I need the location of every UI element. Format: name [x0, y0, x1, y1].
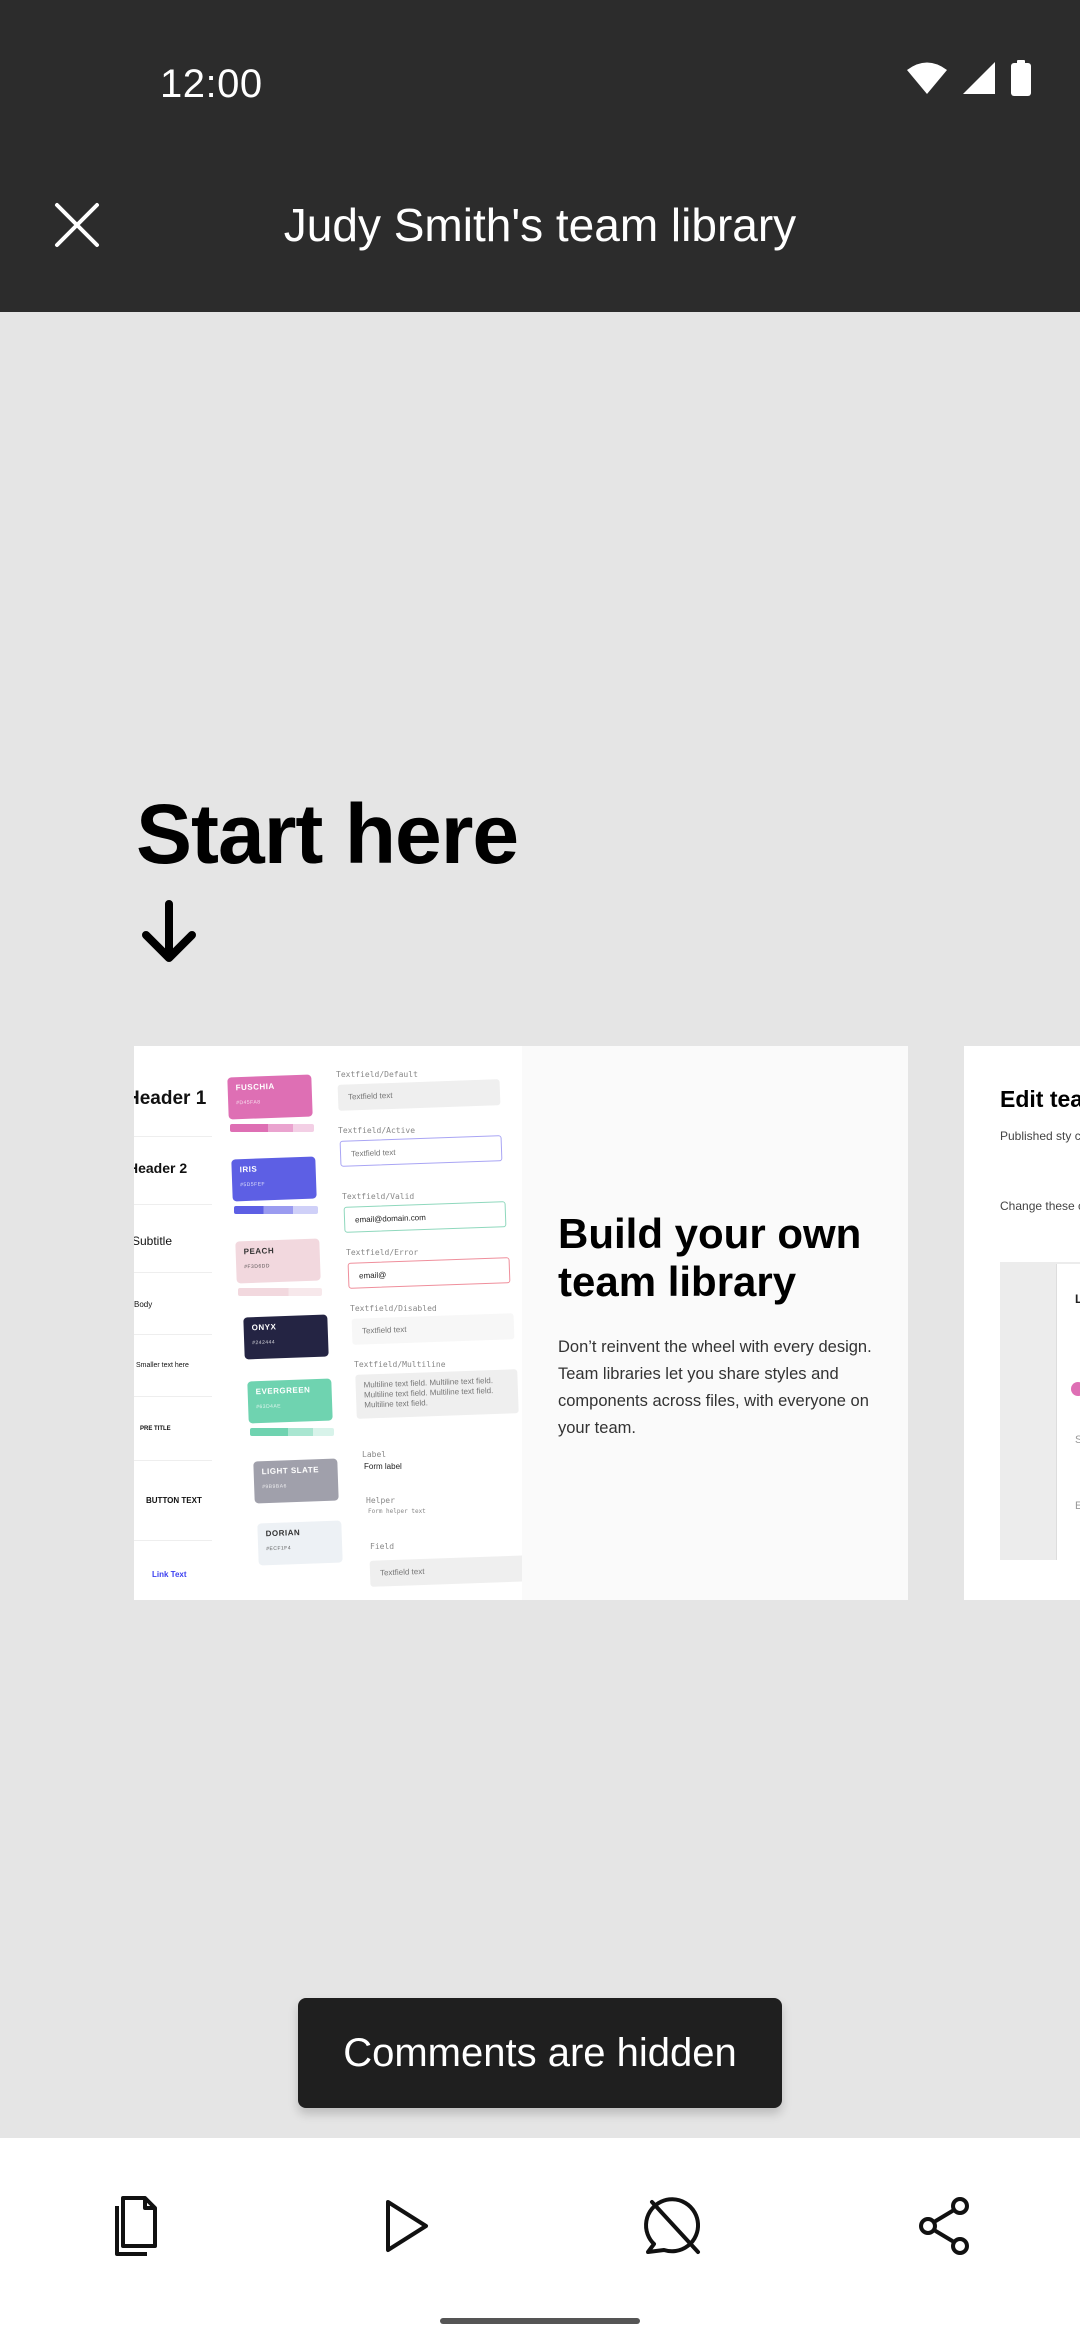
- swatch-light-slate: LIGHT SLATE #9B9BA6: [253, 1458, 339, 1504]
- textfield-error: email@: [347, 1257, 511, 1289]
- type-style-subtitle: Subtitle: [134, 1234, 173, 1248]
- form-helper-caption: Helper: [366, 1496, 395, 1505]
- build-library-heading: Build your own team library: [558, 1210, 862, 1305]
- type-style-body: Body: [134, 1300, 153, 1309]
- form-label-value: Form label: [364, 1462, 402, 1471]
- edit-library-paragraph: Published sty can be used b these styles…: [1000, 1129, 1080, 1143]
- swatch-dorian: DORIAN #ECF1F4: [257, 1520, 343, 1566]
- textfield-label: Textfield/Multiline: [354, 1360, 446, 1369]
- start-here-heading: Start here: [136, 787, 519, 881]
- swatch-bar: [234, 1206, 318, 1214]
- textfield-disabled: Textfield text: [351, 1313, 515, 1345]
- type-style-pre-title: PRE TITLE: [140, 1426, 171, 1432]
- screen: 12:00 Judy Smith's team library Start he…: [0, 0, 1080, 2340]
- divider: [134, 1460, 212, 1461]
- form-field: Textfield text: [369, 1555, 522, 1587]
- pages-button[interactable]: [100, 2190, 172, 2262]
- swatch-bar: [230, 1124, 314, 1132]
- wifi-icon: [907, 62, 947, 94]
- divider: [134, 1136, 212, 1137]
- textfield-multiline: Multiline text field. Multiline text fie…: [355, 1369, 519, 1419]
- frame-edit-team-library[interactable]: Edit tea Published sty can be used b the…: [964, 1046, 1080, 1600]
- form-helper-value: Form helper text: [368, 1508, 426, 1515]
- type-style-smaller: Smaller text here: [136, 1362, 189, 1369]
- home-indicator[interactable]: [440, 2318, 640, 2324]
- edit-library-panel: L S E: [1056, 1264, 1080, 1560]
- swatch-bar: [250, 1428, 334, 1436]
- form-label-caption: Label: [362, 1450, 387, 1459]
- frame-build-library[interactable]: Header 1 Header 2 Subtitle Body Smaller …: [134, 1046, 908, 1600]
- status-icons: [906, 60, 1032, 96]
- panel-letter: E: [1075, 1500, 1080, 1512]
- swatch-bar: [238, 1288, 322, 1296]
- toggle-comments-button[interactable]: [638, 2190, 710, 2262]
- type-style-header-1: Header 1: [134, 1088, 207, 1109]
- play-icon: [386, 2200, 428, 2252]
- type-style-button-text: BUTTON TEXT: [146, 1496, 202, 1505]
- bottom-toolbar: [0, 2138, 1080, 2340]
- edit-library-heading: Edit tea: [1000, 1086, 1080, 1112]
- file-canvas[interactable]: Start here Header 1 Header 2 Subtitle Bo…: [0, 312, 1080, 2138]
- divider: [134, 1272, 212, 1273]
- form-field-caption: Field: [370, 1542, 395, 1551]
- textfield-label: Textfield/Error: [346, 1248, 419, 1257]
- status-time: 12:00: [160, 62, 263, 106]
- top-bar: 12:00 Judy Smith's team library: [0, 0, 1080, 312]
- divider: [134, 1540, 212, 1541]
- swatch-iris: IRIS #5D5FEF: [231, 1156, 317, 1202]
- divider: [134, 1334, 212, 1335]
- arrow-down-icon: [142, 900, 196, 962]
- panel-letter: S: [1075, 1434, 1080, 1446]
- comments-hidden-icon: [644, 2197, 700, 2254]
- divider: [134, 1396, 212, 1397]
- divider: [134, 1204, 212, 1205]
- swatch-fuschia: FUSCHIA #D45FA8: [227, 1074, 313, 1120]
- swatch-peach: PEACH #F3D6DD: [235, 1238, 321, 1284]
- edit-library-preview: L S E: [1000, 1262, 1080, 1560]
- textfield-label: Textfield/Active: [338, 1126, 416, 1135]
- build-library-body: Don’t reinvent the wheel with every desi…: [558, 1338, 872, 1437]
- swatch-onyx: ONYX #242444: [243, 1314, 329, 1360]
- panel-letter: L: [1075, 1292, 1080, 1306]
- design-system-preview: Header 1 Header 2 Subtitle Body Smaller …: [134, 1046, 522, 1600]
- textfield-active: Textfield text: [339, 1135, 503, 1167]
- cellular-icon: [963, 62, 995, 94]
- panel-dot: [1071, 1382, 1080, 1396]
- battery-icon: [1011, 60, 1031, 96]
- share-icon: [919, 2197, 969, 2255]
- toast-message: Comments are hidden: [298, 1998, 782, 2108]
- pages-icon: [115, 2196, 157, 2256]
- type-style-header-2: Header 2: [134, 1160, 188, 1176]
- swatch-evergreen: EVERGREEN #63D4AE: [247, 1378, 333, 1424]
- share-button[interactable]: [908, 2190, 980, 2262]
- build-library-text: Build your own team library Don’t reinve…: [522, 1046, 908, 1600]
- edit-library-paragraph: Change these color layer an: [1000, 1199, 1080, 1213]
- textfield-default: Textfield text: [337, 1079, 501, 1111]
- type-style-link-text: Link Text: [152, 1570, 187, 1579]
- page-title: Judy Smith's team library: [283, 199, 797, 251]
- textfield-label: Textfield/Valid: [342, 1192, 415, 1201]
- play-button[interactable]: [370, 2190, 442, 2262]
- textfield-label: Textfield/Default: [336, 1070, 418, 1079]
- textfield-valid: email@domain.com: [343, 1201, 507, 1233]
- textfield-label: Textfield/Disabled: [350, 1304, 437, 1313]
